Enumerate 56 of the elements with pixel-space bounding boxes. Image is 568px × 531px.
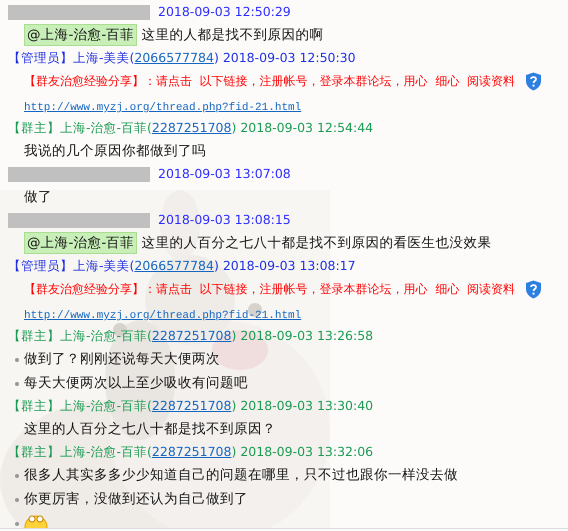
paren: )	[231, 119, 236, 137]
message-time: 2018-09-03 13:07:08	[158, 165, 291, 183]
message-time: 2018-09-03 12:54:44	[240, 119, 374, 137]
role-tag: 【群主】	[8, 441, 60, 463]
message-text: 很多人其实多多少少知道自己的问题在哪里，只不过也跟你一样没去做	[24, 466, 458, 485]
sender-name: 上海-治愈-百菲	[60, 119, 148, 137]
paren: (	[147, 327, 152, 345]
message-text: 这里的人百分之七八十都是找不到原因的看医生也没效果	[141, 234, 492, 253]
qq-number-link[interactable]: 2287251708	[152, 441, 232, 463]
message-text: 每天大便两次以上至少吸收有问题吧	[24, 374, 248, 393]
paren: )	[231, 397, 236, 415]
share-message: 【群友治愈经验分享】：请点击 以下链接，注册帐号，登录本群论坛，用心 细心 阅读资料	[24, 73, 515, 90]
paren: (	[147, 443, 152, 461]
message-text: 做了	[24, 188, 52, 207]
sender-name: 上海-美美	[73, 257, 130, 275]
share-message: 【群友治愈经验分享】：请点击 以下链接，注册帐号，登录本群论坛，用心 细心 阅读资料	[24, 281, 515, 298]
role-tag: 【管理员】	[8, 255, 73, 277]
role-tag: 【管理员】	[8, 47, 73, 69]
paren: )	[231, 327, 236, 345]
forum-link[interactable]: http://www.myzj.org/thread.php?fid-21.html	[0, 100, 302, 117]
message-time: 2018-09-03 13:08:15	[158, 211, 291, 229]
qq-number-link[interactable]: 2287251708	[152, 325, 232, 347]
message-text: 这里的人都是找不到原因的啊	[141, 26, 324, 45]
message-time: 2018-09-03 13:30:40	[240, 397, 374, 415]
qq-number-link[interactable]: 2287251708	[152, 117, 232, 139]
mention-tag[interactable]: @上海-治愈-百菲	[24, 232, 138, 254]
message-text: 做到了？刚刚还说每天大便两次	[24, 350, 220, 369]
paren: (	[147, 397, 152, 415]
message-time: 2018-09-03 13:26:58	[240, 327, 374, 345]
message-time: 2018-09-03 13:08:17	[222, 257, 356, 275]
sender-name: 上海-美美	[73, 49, 130, 67]
qq-number-link[interactable]: 2066577784	[134, 47, 214, 69]
paren: (	[147, 119, 152, 137]
mention-tag[interactable]: @上海-治愈-百菲	[24, 24, 138, 46]
role-tag: 【群主】	[8, 117, 60, 139]
message-time: 2018-09-03 13:32:06	[240, 443, 374, 461]
shield-question-icon[interactable]	[524, 280, 542, 298]
sender-name: 上海-治愈-百菲	[60, 443, 148, 461]
paren: (	[130, 257, 134, 275]
sender-name: 上海-治愈-百菲	[60, 327, 148, 345]
paren: )	[214, 49, 219, 67]
forum-link[interactable]: http://www.myzj.org/thread.php?fid-21.html	[0, 308, 302, 325]
shield-question-icon[interactable]	[524, 72, 542, 90]
paren: )	[214, 257, 219, 275]
paren: (	[130, 49, 134, 67]
message-time: 2018-09-03 12:50:29	[158, 3, 291, 21]
qq-number-link[interactable]: 2287251708	[152, 395, 232, 417]
message-text: 这里的人百分之七八十都是找不到原因？	[24, 420, 276, 439]
message-text: 你更厉害，没做到还认为自己做到了	[24, 490, 248, 509]
role-tag: 【群主】	[8, 395, 60, 417]
qq-number-link[interactable]: 2066577784	[134, 255, 214, 277]
sender-name: 上海-治愈-百菲	[60, 397, 148, 415]
role-tag: 【群主】	[8, 325, 60, 347]
message-text: 我说的几个原因你都做到了吗	[24, 142, 206, 161]
message-time: 2018-09-03 12:50:30	[222, 49, 356, 67]
paren: )	[231, 443, 236, 461]
